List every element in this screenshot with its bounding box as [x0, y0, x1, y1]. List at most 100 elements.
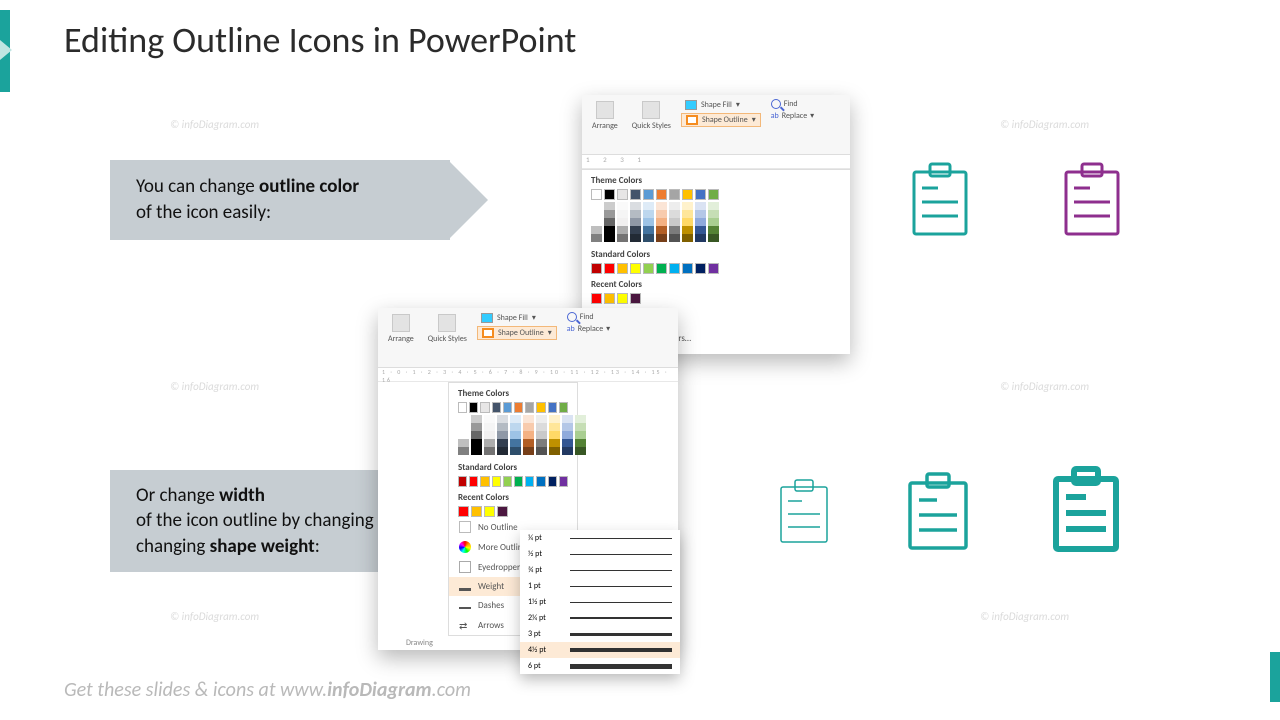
weight-option[interactable]: 1½ pt [520, 594, 680, 610]
quick-styles-button[interactable]: Quick Styles [424, 312, 471, 346]
color-swatch[interactable] [523, 415, 534, 423]
color-swatch[interactable] [510, 447, 521, 455]
color-swatch[interactable] [604, 234, 615, 242]
weight-option[interactable]: ¼ pt [520, 530, 680, 546]
weight-option[interactable]: 1 pt [520, 578, 680, 594]
color-swatch[interactable] [708, 218, 719, 226]
color-swatch[interactable] [591, 202, 602, 210]
color-swatch[interactable] [458, 447, 469, 455]
color-swatch[interactable] [630, 293, 641, 304]
color-swatch[interactable] [591, 189, 602, 200]
shape-fill-button[interactable]: Shape Fill▾ [681, 99, 761, 111]
color-swatch[interactable] [492, 476, 501, 487]
color-swatch[interactable] [630, 202, 641, 210]
color-swatch[interactable] [480, 402, 489, 413]
color-swatch[interactable] [514, 402, 523, 413]
weight-option[interactable]: 3 pt [520, 626, 680, 642]
color-swatch[interactable] [471, 506, 482, 517]
color-swatch[interactable] [656, 210, 667, 218]
color-swatch[interactable] [643, 226, 654, 234]
color-swatch[interactable] [591, 218, 602, 226]
color-swatch[interactable] [458, 439, 469, 447]
color-swatch[interactable] [492, 402, 501, 413]
color-swatch[interactable] [630, 226, 641, 234]
color-swatch[interactable] [682, 263, 693, 274]
color-swatch[interactable] [617, 234, 628, 242]
color-swatch[interactable] [630, 263, 641, 274]
color-swatch[interactable] [669, 202, 680, 210]
color-swatch[interactable] [525, 402, 534, 413]
color-swatch[interactable] [562, 447, 573, 455]
replace-button[interactable]: abReplace▾ [567, 324, 610, 334]
color-swatch[interactable] [669, 189, 680, 200]
color-swatch[interactable] [562, 423, 573, 431]
color-swatch[interactable] [471, 447, 482, 455]
color-swatch[interactable] [458, 402, 467, 413]
color-swatch[interactable] [604, 218, 615, 226]
find-button[interactable]: Find [771, 99, 814, 109]
color-swatch[interactable] [503, 476, 512, 487]
color-swatch[interactable] [669, 226, 680, 234]
color-swatch[interactable] [617, 263, 628, 274]
color-swatch[interactable] [643, 263, 654, 274]
color-swatch[interactable] [695, 218, 706, 226]
color-swatch[interactable] [536, 402, 545, 413]
color-swatch[interactable] [575, 447, 586, 455]
color-swatch[interactable] [484, 447, 495, 455]
color-swatch[interactable] [617, 218, 628, 226]
color-swatch[interactable] [562, 415, 573, 423]
color-swatch[interactable] [669, 263, 680, 274]
color-swatch[interactable] [643, 189, 654, 200]
color-swatch[interactable] [656, 202, 667, 210]
weight-option[interactable]: ½ pt [520, 546, 680, 562]
weight-option[interactable]: ¾ pt [520, 562, 680, 578]
color-swatch[interactable] [643, 210, 654, 218]
quick-styles-button[interactable]: Quick Styles [628, 99, 675, 133]
color-swatch[interactable] [523, 439, 534, 447]
color-swatch[interactable] [497, 439, 508, 447]
color-swatch[interactable] [656, 218, 667, 226]
arrange-button[interactable]: Arrange [588, 99, 622, 133]
color-swatch[interactable] [575, 415, 586, 423]
color-swatch[interactable] [669, 218, 680, 226]
color-swatch[interactable] [617, 293, 628, 304]
color-swatch[interactable] [484, 415, 495, 423]
color-swatch[interactable] [471, 431, 482, 439]
color-swatch[interactable] [708, 202, 719, 210]
color-swatch[interactable] [656, 189, 667, 200]
color-swatch[interactable] [549, 431, 560, 439]
color-swatch[interactable] [562, 439, 573, 447]
color-swatch[interactable] [523, 423, 534, 431]
color-swatch[interactable] [604, 189, 615, 200]
color-swatch[interactable] [525, 476, 534, 487]
weight-option[interactable]: 2¼ pt [520, 610, 680, 626]
color-swatch[interactable] [682, 210, 693, 218]
color-swatch[interactable] [548, 402, 557, 413]
color-swatch[interactable] [458, 423, 469, 431]
color-swatch[interactable] [708, 234, 719, 242]
color-swatch[interactable] [617, 202, 628, 210]
color-swatch[interactable] [630, 210, 641, 218]
color-swatch[interactable] [708, 263, 719, 274]
color-swatch[interactable] [549, 423, 560, 431]
color-swatch[interactable] [536, 431, 547, 439]
color-swatch[interactable] [643, 234, 654, 242]
color-swatch[interactable] [469, 476, 478, 487]
color-swatch[interactable] [656, 234, 667, 242]
color-swatch[interactable] [458, 476, 467, 487]
color-swatch[interactable] [604, 210, 615, 218]
color-swatch[interactable] [536, 476, 545, 487]
color-swatch[interactable] [471, 423, 482, 431]
color-swatch[interactable] [708, 189, 719, 200]
color-swatch[interactable] [591, 226, 602, 234]
color-swatch[interactable] [682, 226, 693, 234]
color-swatch[interactable] [695, 210, 706, 218]
arrange-button[interactable]: Arrange [384, 312, 418, 346]
color-swatch[interactable] [484, 431, 495, 439]
color-swatch[interactable] [617, 189, 628, 200]
color-swatch[interactable] [591, 293, 602, 304]
color-swatch[interactable] [695, 234, 706, 242]
color-swatch[interactable] [497, 423, 508, 431]
color-swatch[interactable] [682, 202, 693, 210]
color-swatch[interactable] [695, 263, 706, 274]
